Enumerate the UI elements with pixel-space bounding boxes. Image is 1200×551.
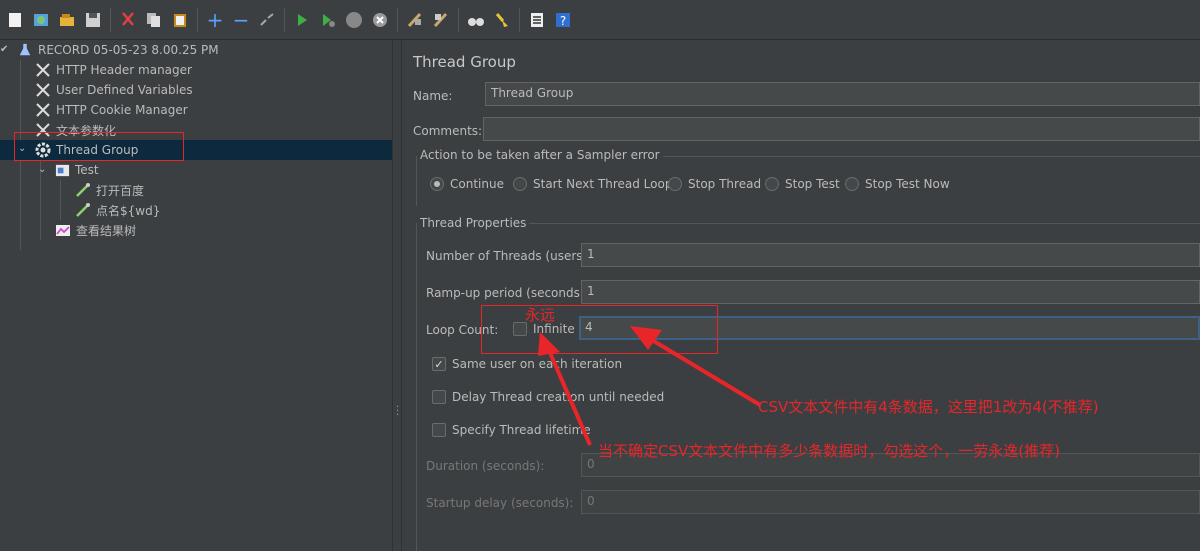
comments-label: Comments: (413, 124, 483, 138)
radio-stop-thread[interactable]: Stop Thread (668, 177, 761, 191)
chart-icon (54, 221, 72, 239)
tree-item-sampler-wd[interactable]: 点名${wd} (74, 200, 160, 220)
wrench-icon (34, 81, 52, 99)
toolbar-separator (284, 7, 285, 32)
tree-item-label: User Defined Variables (56, 83, 193, 97)
tree-item-label: 点名${wd} (96, 203, 161, 218)
tree-item-record[interactable]: RECORD 05-05-23 8.00.25 PM (16, 40, 219, 60)
controller-icon (53, 161, 71, 179)
copy-icon[interactable] (143, 9, 165, 31)
tree-item-user-defined-variables[interactable]: User Defined Variables (34, 80, 193, 100)
delay-thread-checkbox[interactable]: Delay Thread creation until needed (432, 390, 664, 404)
flask-icon (16, 41, 34, 59)
save-icon[interactable] (82, 9, 104, 31)
tree-item-test-controller[interactable]: Test (53, 160, 99, 180)
toolbar-separator (519, 7, 520, 32)
group-border (416, 156, 417, 206)
start-no-pause-icon[interactable] (317, 9, 339, 31)
tree-item-label: RECORD 05-05-23 8.00.25 PM (38, 43, 219, 57)
expand-icon[interactable]: + (204, 9, 226, 31)
radio-indicator (765, 177, 779, 191)
annotation-box-thread-group (14, 132, 184, 161)
drag-handle-icon[interactable]: · · · (396, 403, 399, 421)
tree-item-label: 查看结果树 (76, 223, 137, 238)
threads-label: Number of Threads (users): (426, 249, 592, 263)
group-border (416, 223, 1200, 224)
thread-group-panel: Thread Group Name: Thread Group Comments… (403, 40, 1200, 551)
test-plan-tree: ✔ RECORD 05-05-23 8.00.25 PM HTTP Header… (0, 40, 392, 551)
tree-item-http-cookie-manager[interactable]: HTTP Cookie Manager (34, 100, 188, 120)
broom-icon[interactable] (491, 9, 513, 31)
name-label: Name: (413, 89, 453, 103)
tree-item-label: HTTP Cookie Manager (56, 103, 188, 117)
templates-icon[interactable] (30, 9, 52, 31)
group-border (416, 223, 417, 551)
checkbox-box (432, 390, 446, 404)
thread-lifetime-checkbox[interactable]: Specify Thread lifetime (432, 423, 591, 437)
wrench-icon (34, 61, 52, 79)
rampup-input[interactable]: 1 (581, 280, 1200, 304)
comments-field[interactable] (483, 117, 1200, 141)
radio-indicator (668, 177, 682, 191)
tree-guide-line (60, 180, 61, 220)
radio-indicator (513, 177, 527, 191)
clear-icon[interactable] (404, 9, 426, 31)
annotation-box-loop-count (481, 305, 718, 354)
stop-icon[interactable] (343, 9, 365, 31)
page-title: Thread Group (413, 53, 516, 71)
same-user-checkbox[interactable]: ✓ Same user on each iteration (432, 357, 622, 371)
tree-item-label: HTTP Header manager (56, 63, 192, 77)
thread-properties-title: Thread Properties (417, 216, 530, 230)
binoculars-icon[interactable] (465, 9, 487, 31)
radio-continue[interactable]: Continue (430, 177, 504, 191)
chevron-down-icon[interactable]: ⌄ (38, 164, 46, 175)
duration-label: Duration (seconds): (426, 459, 545, 473)
radio-indicator (430, 177, 444, 191)
startup-delay-input[interactable]: 0 (581, 490, 1200, 514)
toolbar-separator (197, 7, 198, 32)
new-file-icon[interactable] (4, 9, 26, 31)
annotation-forever: 永远 (525, 306, 556, 324)
open-icon[interactable] (56, 9, 78, 31)
toolbar: + − ? (0, 0, 1200, 40)
svg-text:?: ? (560, 14, 566, 28)
error-action-title: Action to be taken after a Sampler error (417, 148, 663, 162)
radio-start-next-loop[interactable]: Start Next Thread Loop (513, 177, 672, 191)
name-field[interactable]: Thread Group (485, 82, 1200, 106)
toolbar-separator (458, 7, 459, 32)
chevron-down-icon[interactable]: ✔ (0, 44, 8, 55)
tree-item-label: Test (75, 163, 99, 177)
radio-stop-test[interactable]: Stop Test (765, 177, 840, 191)
toolbar-separator (397, 7, 398, 32)
clear-all-icon[interactable] (430, 9, 452, 31)
split-pane-divider[interactable]: · · · (392, 40, 402, 551)
checkbox-box (432, 423, 446, 437)
tree-item-sampler-open-baidu[interactable]: 打开百度 (74, 180, 144, 200)
cut-icon[interactable] (117, 9, 139, 31)
function-helper-icon[interactable] (526, 9, 548, 31)
start-icon[interactable] (291, 9, 313, 31)
rampup-label: Ramp-up period (seconds): (426, 286, 589, 300)
tree-item-view-results-tree[interactable]: 查看结果树 (54, 220, 136, 240)
startup-delay-label: Startup delay (seconds): (426, 496, 574, 510)
radio-indicator (845, 177, 859, 191)
annotation-note-unsure: 当不确定CSV文本文件中有多少条数据时，勾选这个，一劳永逸(推荐) (598, 442, 1060, 460)
toolbar-separator (110, 7, 111, 32)
threads-input[interactable]: 1 (581, 243, 1200, 267)
annotation-note-csv: CSV文本文件中有4条数据，这里把1改为4(不推荐) (758, 398, 1099, 416)
checkmark-icon: ✓ (432, 357, 446, 371)
toggle-icon[interactable] (256, 9, 278, 31)
pipette-icon (74, 201, 92, 219)
pipette-icon (74, 181, 92, 199)
help-icon[interactable]: ? (552, 9, 574, 31)
paste-icon[interactable] (169, 9, 191, 31)
shutdown-icon[interactable] (369, 9, 391, 31)
tree-item-label: 打开百度 (96, 183, 145, 198)
radio-stop-test-now[interactable]: Stop Test Now (845, 177, 950, 191)
collapse-icon[interactable]: − (230, 9, 252, 31)
wrench-icon (34, 101, 52, 119)
tree-item-http-header-manager[interactable]: HTTP Header manager (34, 60, 192, 80)
